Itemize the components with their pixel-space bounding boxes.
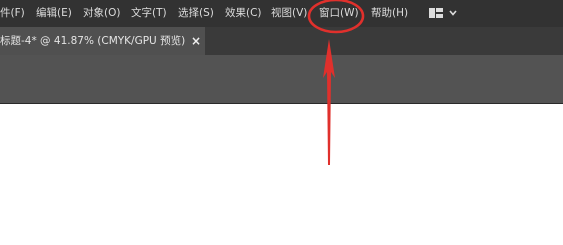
menu-view[interactable]: 视图(V) bbox=[271, 0, 307, 27]
menu-window[interactable]: 窗口(W) bbox=[319, 0, 359, 27]
chevron-down-icon bbox=[449, 10, 457, 16]
menu-help[interactable]: 帮助(H) bbox=[371, 0, 408, 27]
close-icon[interactable]: × bbox=[190, 34, 202, 48]
menu-bar: 件(F) 编辑(E) 对象(O) 文字(T) 选择(S) 效果(C) 视图(V)… bbox=[0, 0, 563, 27]
artboard[interactable] bbox=[0, 104, 563, 245]
menu-type[interactable]: 文字(T) bbox=[131, 0, 167, 27]
menu-effect[interactable]: 效果(C) bbox=[225, 0, 262, 27]
menu-edit[interactable]: 编辑(E) bbox=[36, 0, 72, 27]
document-tab-label: 标题-4* @ 41.87% (CMYK/GPU 预览) bbox=[0, 35, 186, 47]
document-tab[interactable]: 标题-4* @ 41.87% (CMYK/GPU 预览) × bbox=[0, 27, 205, 55]
workspace-switcher-button[interactable] bbox=[426, 4, 464, 22]
workspace-layout-icon bbox=[429, 8, 443, 18]
menu-select[interactable]: 选择(S) bbox=[178, 0, 214, 27]
menu-file[interactable]: 件(F) bbox=[0, 0, 25, 27]
canvas-background bbox=[0, 55, 563, 103]
menu-object[interactable]: 对象(O) bbox=[83, 0, 120, 27]
document-tab-bar: 标题-4* @ 41.87% (CMYK/GPU 预览) × bbox=[0, 27, 563, 55]
